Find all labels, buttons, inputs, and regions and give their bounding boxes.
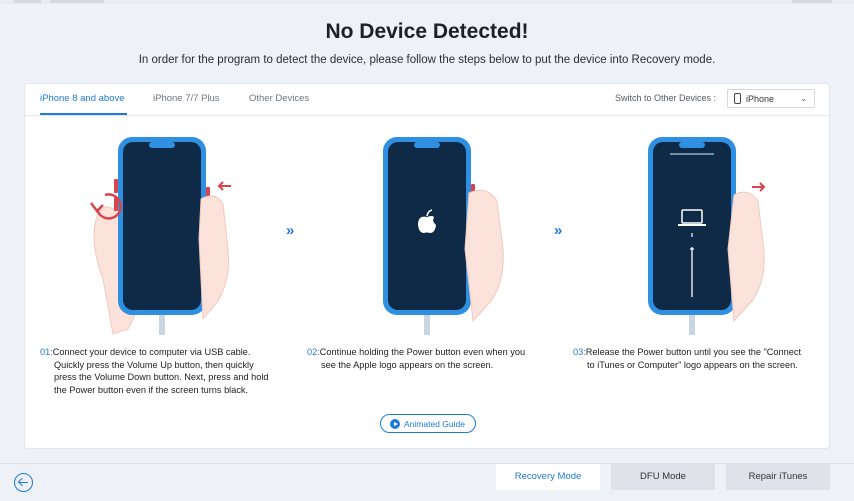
titlebar-right-controls[interactable] <box>792 0 832 3</box>
step-1-number: 01: <box>40 347 53 357</box>
back-arrow-button[interactable] <box>14 473 33 492</box>
usb-cable <box>424 315 430 335</box>
step-1-line-3: press the Volume Down button. Next, pres… <box>54 372 269 383</box>
chevron-down-icon: ⌄ <box>800 94 807 103</box>
step-2-number: 02: <box>307 347 320 357</box>
device-select-value: iPhone <box>746 94 775 104</box>
device-tabs: iPhone 8 and above iPhone 7/7 Plus Other… <box>25 84 829 116</box>
hand-right <box>727 191 765 323</box>
hand-right <box>464 189 504 323</box>
titlebar-left-controls[interactable] <box>14 0 104 3</box>
phone-notch <box>414 142 440 148</box>
step-1-text: 01:Connect your device to computer via U… <box>40 346 320 396</box>
tab-iphone-8-and-above[interactable]: iPhone 8 and above <box>40 93 125 104</box>
window-titlebar <box>0 0 854 4</box>
phone-notch <box>679 142 705 148</box>
volume-button-up <box>114 179 118 193</box>
animated-guide-label: Animated Guide <box>404 419 465 429</box>
device-select[interactable]: iPhone ⌄ <box>727 89 815 108</box>
step-3-line-1: Release the Power button until you see t… <box>585 347 802 357</box>
usb-cable <box>159 315 165 335</box>
step-3-text: 03:Release the Power button until you se… <box>573 346 823 371</box>
active-tab-indicator <box>40 113 127 115</box>
support-url-line <box>670 153 714 155</box>
repair-itunes-button[interactable]: Repair iTunes <box>726 464 830 490</box>
step-arrow-1: » <box>286 222 295 239</box>
press-arrow-icon <box>217 181 231 191</box>
dfu-mode-button[interactable]: DFU Mode <box>611 464 715 490</box>
step-2-line-2: see the Apple logo appears on the screen… <box>321 359 494 370</box>
recovery-mode-button[interactable]: Recovery Mode <box>496 464 600 490</box>
phone-screen <box>123 142 201 310</box>
step-3-illustration <box>648 137 766 335</box>
play-icon <box>390 419 400 429</box>
animated-guide-button[interactable]: Animated Guide <box>380 414 476 433</box>
usb-cable <box>689 315 695 335</box>
instructions-panel: iPhone 8 and above iPhone 7/7 Plus Other… <box>25 84 829 448</box>
switch-device-label: Switch to Other Devices : <box>615 93 717 103</box>
hand-right <box>198 195 229 321</box>
step-1-line-4: the Power button even if the screen turn… <box>54 384 249 395</box>
release-arrow-icon <box>752 182 766 192</box>
phone-icon <box>734 93 741 104</box>
page-title: No Device Detected! <box>325 20 529 43</box>
step-2-text: 02:Continue holding the Power button eve… <box>307 346 557 371</box>
step-3-number: 03: <box>573 347 586 357</box>
step-arrow-2: » <box>554 222 563 239</box>
step-2-illustration <box>383 137 504 335</box>
tab-iphone-7[interactable]: iPhone 7/7 Plus <box>153 93 220 104</box>
page-subtitle: In order for the program to detect the d… <box>138 54 716 66</box>
phone-notch <box>149 142 175 148</box>
step-2-line-1: Continue holding the Power button even w… <box>319 347 526 357</box>
tab-other-devices[interactable]: Other Devices <box>249 93 309 104</box>
step-1-line-1: Connect your device to computer via USB … <box>52 347 251 357</box>
step-1-illustration <box>90 137 231 335</box>
step-1-line-2: Quickly press the Volume Up button, then… <box>54 359 254 370</box>
step-3-line-2: to iTunes or Computer" logo appears on t… <box>587 359 798 370</box>
